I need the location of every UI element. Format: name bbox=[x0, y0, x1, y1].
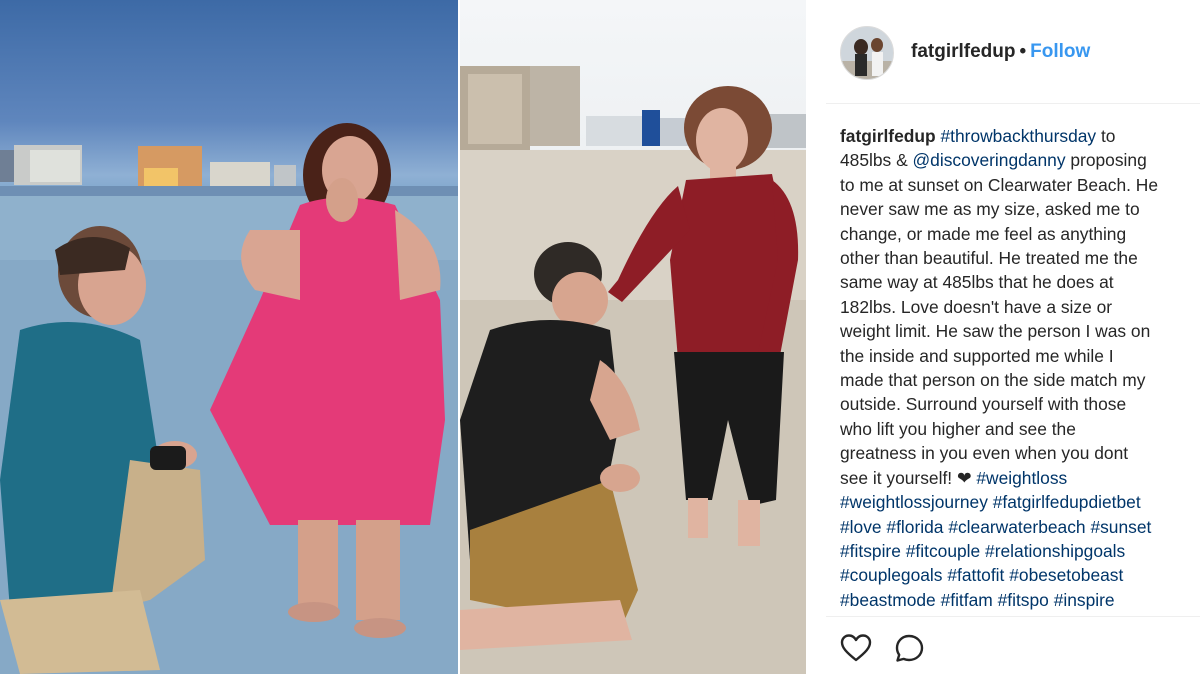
hashtag-link[interactable]: #sunset bbox=[1090, 517, 1151, 537]
hashtag-link[interactable]: #clearwaterbeach bbox=[948, 517, 1085, 537]
hashtag-link[interactable]: #obesetobeast bbox=[1009, 565, 1123, 585]
caption-text: outside. Surround yourself with those bbox=[840, 394, 1127, 415]
hashtag-link[interactable]: #fattofit bbox=[947, 565, 1004, 585]
caption-text: the inside and supported me while I bbox=[840, 345, 1114, 366]
comment-icon[interactable] bbox=[894, 633, 926, 663]
caption-text: proposing bbox=[1065, 150, 1147, 171]
hashtag-link[interactable]: #beastmode bbox=[840, 590, 936, 610]
hashtag-link[interactable]: #fitcouple bbox=[906, 541, 980, 561]
caption-text: weight limit. He saw the person I was on bbox=[840, 321, 1151, 342]
avatar-image bbox=[841, 27, 893, 79]
photo-after bbox=[460, 0, 806, 674]
caption-text: made that person on the side match my bbox=[840, 370, 1146, 391]
caption-text: greatness in you even when you dont bbox=[840, 443, 1129, 464]
caption-line: outside. Surround yourself with those bbox=[840, 392, 1200, 416]
caption-line: who lift you higher and see the bbox=[840, 417, 1200, 441]
username-link[interactable]: fatgirlfedup bbox=[911, 41, 1016, 62]
caption-text: 182lbs. Love doesn't have a size or bbox=[840, 296, 1113, 317]
post-caption: fatgirlfedup #throwbackthursday to 485lbs… bbox=[840, 124, 1200, 618]
hashtag-link[interactable]: #relationshipgoals bbox=[985, 541, 1125, 561]
caption-line: 182lbs. Love doesn't have a size or bbox=[840, 295, 1200, 319]
caption-text: who lift you higher and see the bbox=[840, 418, 1076, 439]
caption-line: never saw me as my size, asked me to bbox=[840, 197, 1200, 221]
hashtag-link[interactable]: #weightlossjourney bbox=[840, 492, 988, 512]
avatar[interactable] bbox=[840, 26, 894, 80]
caption-text: to bbox=[1096, 126, 1116, 146]
caption-line: #beastmode #fitfam #fitspo #inspire bbox=[840, 588, 1200, 612]
hashtag-link[interactable]: #florida bbox=[886, 517, 943, 537]
caption-text: change, or made me feel as anything bbox=[840, 223, 1127, 244]
caption-line: to me at sunset on Clearwater Beach. He bbox=[840, 173, 1200, 197]
caption-text: never saw me as my size, asked me to bbox=[840, 199, 1140, 220]
caption-line: 485lbs & @discoveringdanny proposing bbox=[840, 148, 1200, 172]
follow-button[interactable]: Follow bbox=[1030, 41, 1090, 62]
caption-line: see it yourself! ❤ #weightloss bbox=[840, 466, 1200, 490]
mention-link[interactable]: @discoveringdanny bbox=[913, 150, 1066, 170]
hashtag-link[interactable]: #fitspo bbox=[998, 590, 1049, 610]
post-header-text: fatgirlfedup • Follow bbox=[911, 41, 1090, 63]
caption-text: to me at sunset on Clearwater Beach. He bbox=[840, 174, 1159, 195]
caption-line: same way at 485lbs that he does at bbox=[840, 270, 1200, 294]
caption-line: #weightlossjourney #fatgirlfedupdietbet bbox=[840, 490, 1200, 514]
caption-text: 485lbs & bbox=[840, 150, 913, 171]
caption-text: same way at 485lbs that he does at bbox=[840, 272, 1114, 293]
caption-line: #couplegoals #fattofit #obesetobeast bbox=[840, 563, 1200, 587]
photo-after-illustration bbox=[460, 66, 806, 674]
hashtag-link[interactable]: #fitspire bbox=[840, 541, 901, 561]
photo-before bbox=[0, 0, 458, 674]
hashtag-link[interactable]: #fatgirlfedupdietbet bbox=[993, 492, 1141, 512]
caption-line: other than beautiful. He treated me the bbox=[840, 246, 1200, 270]
post-photo[interactable] bbox=[0, 0, 806, 674]
caption-line: weight limit. He saw the person I was on bbox=[840, 319, 1200, 343]
hashtag-link[interactable]: #throwbackthursday bbox=[940, 126, 1096, 146]
caption-line: the inside and supported me while I bbox=[840, 344, 1200, 368]
caption-text: other than beautiful. He treated me the bbox=[840, 248, 1138, 269]
hashtag-link[interactable]: #fitfam bbox=[941, 590, 993, 610]
hashtag-link[interactable]: #love bbox=[840, 517, 882, 537]
caption-line: greatness in you even when you dont bbox=[840, 441, 1200, 465]
caption-text: see it yourself! ❤ bbox=[840, 467, 977, 488]
caption-line: #fitspire #fitcouple #relationshipgoals bbox=[840, 539, 1200, 563]
caption-line: #love #florida #clearwaterbeach #sunset bbox=[840, 515, 1200, 539]
hashtag-link[interactable]: #inspire bbox=[1054, 590, 1115, 610]
post-sidebar: fatgirlfedup • Follow fatgirlfedup #throwb… bbox=[826, 0, 1200, 674]
photo-before-illustration bbox=[0, 123, 458, 674]
post-actions bbox=[826, 616, 1200, 674]
hashtag-link[interactable]: #weightloss bbox=[976, 468, 1067, 488]
caption-username-link[interactable]: fatgirlfedup bbox=[840, 126, 936, 146]
heart-icon[interactable] bbox=[840, 633, 872, 663]
caption-line: fatgirlfedup #throwbackthursday to bbox=[840, 124, 1200, 148]
caption-line: change, or made me feel as anything bbox=[840, 222, 1200, 246]
header-separator: • bbox=[1019, 41, 1027, 62]
post-header: fatgirlfedup • Follow bbox=[826, 0, 1200, 104]
caption-line: made that person on the side match my bbox=[840, 368, 1200, 392]
hashtag-link[interactable]: #couplegoals bbox=[840, 565, 943, 585]
